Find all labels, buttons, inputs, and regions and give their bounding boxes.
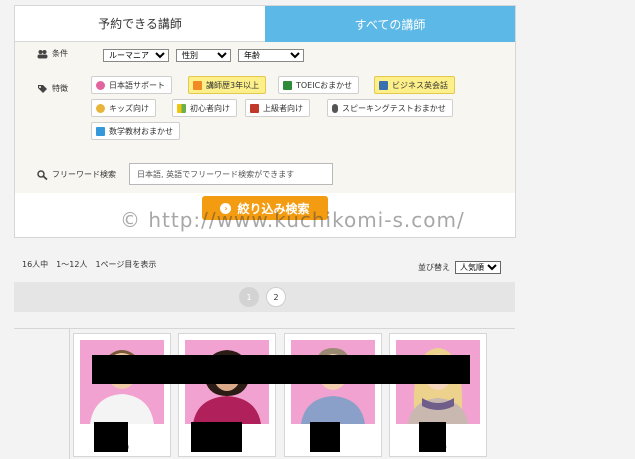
keyword-label-text: フリーワード検索 [52, 170, 116, 179]
condition-text: 条件 [52, 49, 68, 58]
features-text: 特徴 [52, 84, 68, 93]
book-icon [283, 80, 292, 90]
redaction-bar [92, 355, 470, 384]
calculator-icon [96, 126, 105, 136]
chip-label: 初心者向け [190, 103, 230, 113]
chip-speaking-test[interactable]: スピーキングテストおまかせ [327, 99, 453, 117]
grid-divider [69, 329, 70, 459]
chip-japanese-support[interactable]: 日本語サポート [91, 76, 172, 94]
search-icon [37, 169, 48, 180]
smile-icon [96, 103, 105, 113]
redaction-block [191, 422, 242, 452]
chip-business-english[interactable]: ビジネス英会話 [374, 76, 455, 94]
redaction-block [419, 422, 446, 452]
chip-math-materials[interactable]: 数学教材おまかせ [91, 122, 180, 140]
sort-select[interactable]: 人気順 [455, 261, 501, 274]
chip-label: スピーキングテストおまかせ [342, 103, 446, 113]
chip-label: ビジネス英会話 [392, 80, 448, 90]
redaction-block [310, 422, 340, 452]
keyword-label: フリーワード検索 [37, 169, 116, 180]
redaction-block [94, 422, 128, 452]
keyword-input[interactable]: 日本語, 英語でフリーワード検索ができます [129, 163, 333, 185]
page-1-button[interactable]: 1 [239, 287, 259, 307]
nationality-select[interactable]: ルーマニア [103, 49, 169, 62]
chip-label: 日本語サポート [109, 80, 165, 90]
page-2-button[interactable]: 2 [266, 287, 286, 307]
microphone-icon [332, 103, 338, 113]
chip-toeic[interactable]: TOEICおまかせ [278, 76, 360, 94]
result-count: 16人中 1〜12人 1ページ目を表示 [22, 260, 157, 269]
chip-beginner[interactable]: 初心者向け [172, 99, 237, 117]
keyword-row: フリーワード検索 [37, 169, 116, 180]
features-label: 特徴 [37, 83, 68, 94]
beginner-icon [177, 103, 186, 113]
chip-label: 上級者向け [263, 103, 303, 113]
condition-label: 条件 [37, 48, 68, 59]
filter-area: 条件 ルーマニア 性別 年齢 特徴 日本語サポート 講師歴3年以上 TOEICお… [15, 42, 515, 193]
sort-label: 並び替え [418, 263, 450, 272]
condition-row: 条件 [37, 48, 68, 59]
chip-label: TOEICおまかせ [296, 80, 353, 90]
tab-all-teachers[interactable]: すべての講師 [265, 6, 515, 42]
chip-advanced[interactable]: 上級者向け [245, 99, 310, 117]
chip-label: キッズ向け [109, 103, 149, 113]
cube-icon [193, 80, 202, 90]
pagination: 1 2 [14, 282, 515, 312]
age-select[interactable]: 年齢 [238, 49, 304, 62]
briefcase-icon [379, 80, 388, 90]
tab-bar: 予約できる講師 すべての講師 [15, 6, 515, 42]
chip-label: 講師歴3年以上 [206, 80, 260, 90]
features-row: 特徴 [37, 83, 68, 94]
chip-3-years-experience[interactable]: 講師歴3年以上 [188, 76, 267, 94]
sort-control: 並び替え 人気順 [418, 261, 501, 274]
chip-label: 数学教材おまかせ [109, 126, 173, 136]
tab-available-teachers[interactable]: 予約できる講師 [15, 6, 265, 42]
graduation-cap-icon [250, 103, 259, 113]
gender-select[interactable]: 性別 [176, 49, 231, 62]
gear-icon [96, 80, 105, 90]
chip-kids[interactable]: キッズ向け [91, 99, 156, 117]
people-icon [37, 49, 48, 58]
watermark: © http://www.kuchikomi-s.com/ [120, 208, 465, 232]
tag-icon [38, 84, 47, 93]
